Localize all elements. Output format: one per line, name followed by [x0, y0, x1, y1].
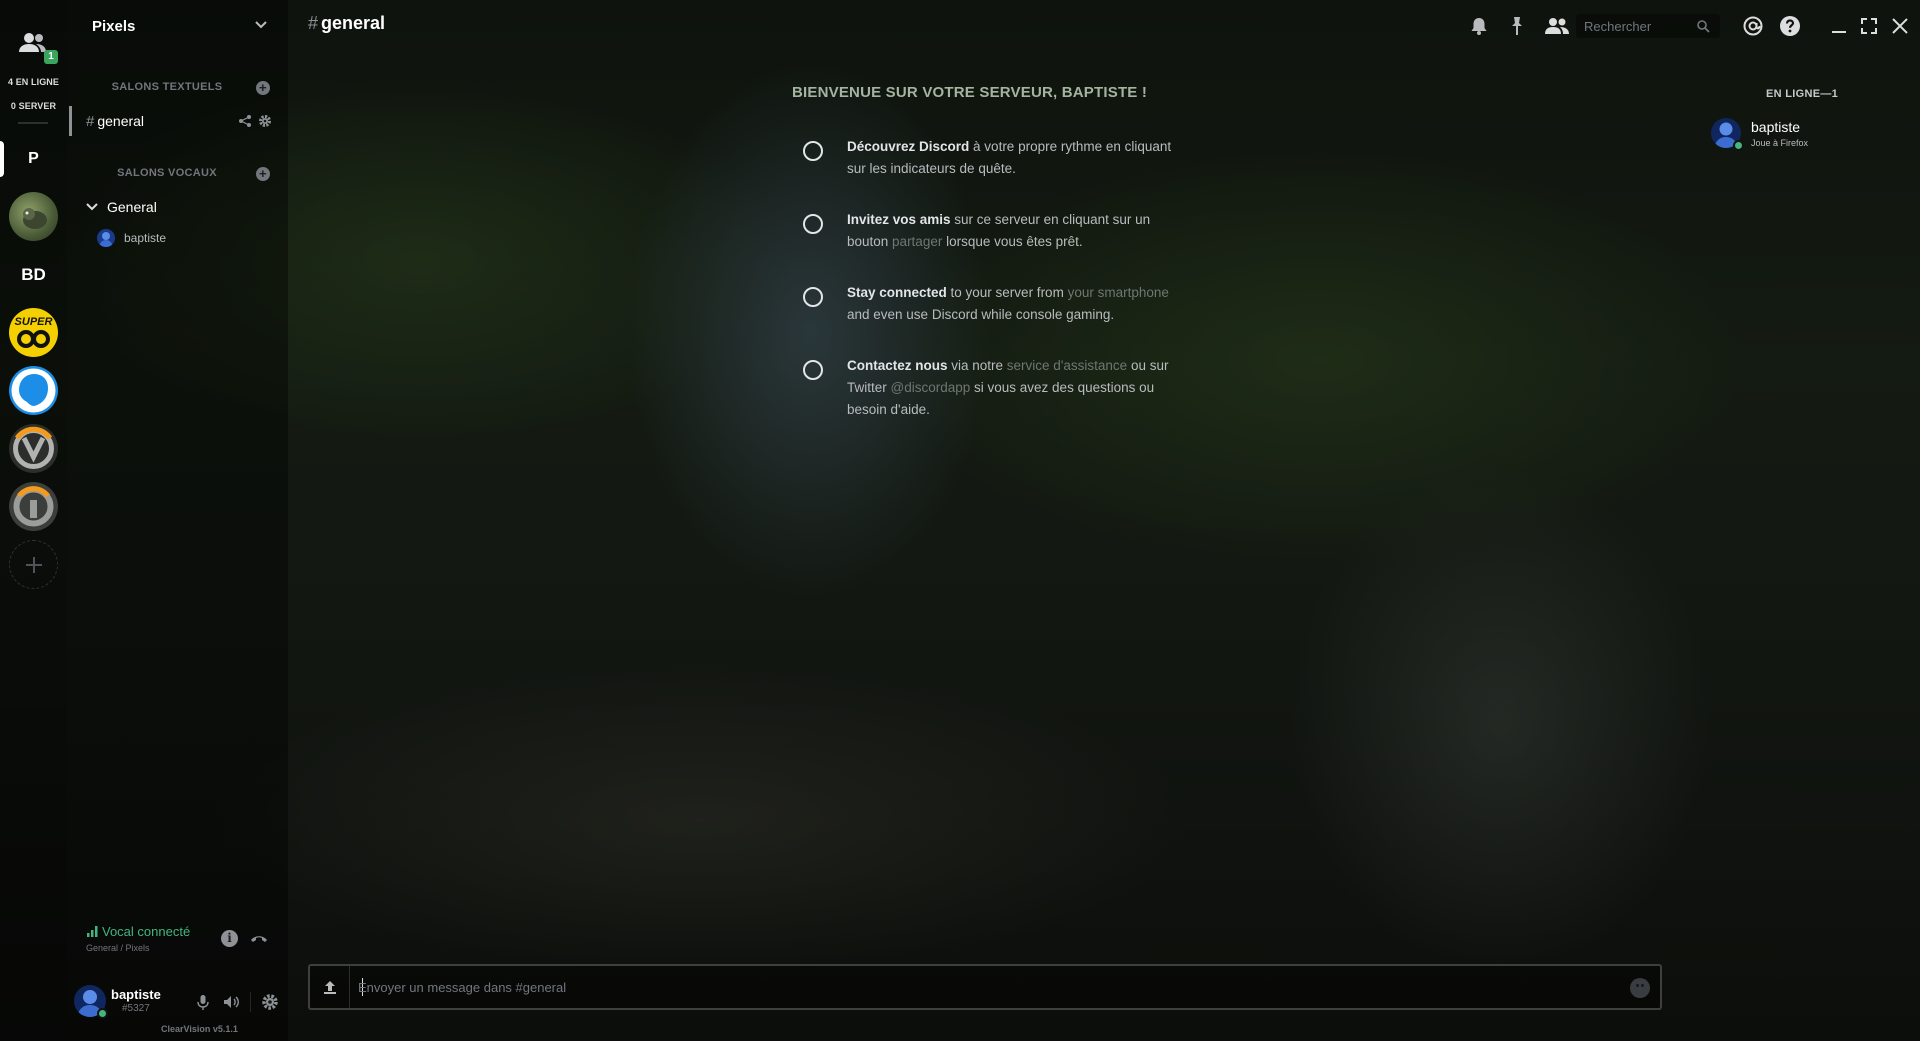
category-label: SALONS TEXTUELS — [111, 81, 223, 93]
overwatch-alt-icon — [13, 486, 54, 527]
member-activity: Joue à Firefox — [1751, 138, 1809, 148]
notification-bell-icon[interactable] — [1468, 15, 1490, 37]
channel-title: # general — [308, 13, 385, 34]
blue-server-icon — [11, 368, 56, 413]
voice-user[interactable]: baptiste — [97, 228, 166, 248]
voice-status-label: Vocal connecté — [102, 924, 191, 939]
divider — [250, 992, 251, 1012]
server-label: P — [28, 149, 39, 167]
channel-name: general — [97, 113, 145, 129]
hash-icon: # — [86, 112, 95, 130]
server-pixels[interactable]: P — [9, 134, 58, 183]
avatar — [97, 229, 115, 247]
online-status-icon — [1733, 140, 1744, 151]
online-count: 4 EN LIGNE — [7, 77, 59, 87]
chevron-down-icon — [86, 203, 98, 211]
server-overwatch-1[interactable] — [9, 424, 58, 473]
quest-indicator-icon[interactable] — [803, 287, 823, 307]
guild-header[interactable]: Pixels — [67, 0, 288, 52]
rail-separator — [18, 122, 48, 124]
smartphone-link[interactable]: your smartphone — [1068, 285, 1169, 300]
search-input[interactable] — [1576, 14, 1696, 38]
help-icon[interactable] — [1779, 15, 1801, 37]
online-status-icon — [97, 1008, 108, 1019]
channel-sidebar: Pixels SALONS TEXTUELS + # general SALON… — [67, 0, 288, 1041]
add-server-button[interactable] — [9, 540, 58, 589]
server-bd[interactable]: BD — [9, 250, 58, 299]
guild-name: Pixels — [92, 17, 136, 35]
channel-title-label: general — [321, 13, 386, 33]
mention-icon[interactable] — [1742, 15, 1764, 37]
add-text-channel-icon[interactable]: + — [256, 81, 270, 95]
voice-user-name: baptiste — [124, 231, 167, 245]
voice-category-header[interactable]: SALONS VOCAUX + — [67, 167, 288, 183]
minimize-icon[interactable] — [1828, 15, 1850, 37]
server-avatar[interactable] — [9, 192, 58, 241]
share-icon[interactable] — [238, 114, 252, 128]
pin-icon[interactable] — [1506, 15, 1528, 37]
add-voice-channel-icon[interactable]: + — [256, 167, 270, 181]
voice-status-channel: General / Pixels — [86, 943, 150, 953]
server-rail: 1 4 EN LIGNE 0 SERVER P BD SUPER — [0, 0, 67, 1041]
server-super8[interactable]: SUPER — [9, 308, 58, 357]
upload-icon — [323, 981, 336, 994]
text-category-header[interactable]: SALONS TEXTUELS + — [67, 81, 288, 97]
quest-indicator-icon[interactable] — [803, 141, 823, 161]
search-bar — [1576, 14, 1720, 38]
gear-icon[interactable] — [258, 114, 272, 128]
server-label: BD — [21, 264, 46, 284]
message-input[interactable] — [358, 966, 1598, 1008]
quest-text: Contactez nous via notre service d'assis… — [847, 358, 1169, 417]
microphone-icon[interactable] — [194, 993, 212, 1011]
member-name: baptiste — [1751, 119, 1801, 135]
channel-header: # general — [288, 0, 1920, 52]
welcome-title: BIENVENUE SUR VOTRE SERVEUR, BAPTISTE ! — [792, 84, 1148, 101]
voice-status[interactable]: Vocal connecté — [87, 924, 190, 939]
voice-channel-general[interactable]: General — [85, 196, 157, 218]
channel-general[interactable]: # general — [69, 106, 276, 136]
close-icon[interactable] — [1889, 15, 1911, 37]
active-server-indicator — [0, 141, 4, 177]
user-panel: baptiste #5327 — [67, 978, 288, 1028]
twitter-link[interactable]: @discordapp — [891, 380, 971, 395]
members-header: EN LIGNE—1 — [1766, 88, 1839, 100]
member-list: EN LIGNE—1 baptiste Joue à Firefox — [1688, 52, 1920, 1041]
share-link[interactable]: partager — [892, 234, 942, 249]
server-count: 0 SERVER — [10, 101, 57, 111]
quest-text: Invitez vos amis sur ce serveur en cliqu… — [847, 212, 1151, 249]
category-label: SALONS VOCAUX — [117, 167, 217, 179]
member-item[interactable]: baptiste Joue à Firefox — [1711, 118, 1911, 158]
speaker-icon[interactable] — [222, 993, 240, 1011]
upload-button[interactable] — [310, 966, 350, 1008]
support-link[interactable]: service d'assistance — [1007, 358, 1127, 373]
emoji-picker-icon[interactable] — [1630, 978, 1650, 998]
disconnect-icon[interactable] — [249, 930, 269, 946]
quest-indicator-icon[interactable] — [803, 214, 823, 234]
server-blue[interactable] — [9, 366, 58, 415]
server-label: SUPER — [14, 316, 53, 328]
quest-indicator-icon[interactable] — [803, 360, 823, 380]
user-tag: #5327 — [122, 1003, 150, 1014]
voice-connection-panel: Vocal connecté General / Pixels i — [67, 918, 288, 958]
quest-text: Stay connected to your server from your … — [847, 285, 1169, 322]
message-composer — [308, 964, 1662, 1010]
members-list-icon[interactable] — [1544, 15, 1570, 37]
search-icon[interactable] — [1696, 19, 1710, 33]
chevron-down-icon — [255, 21, 267, 29]
friends-badge: 1 — [44, 50, 58, 64]
bird-icon — [23, 208, 47, 229]
info-icon[interactable]: i — [221, 930, 238, 947]
hash-icon: # — [308, 13, 319, 33]
user-name: baptiste — [111, 987, 161, 1002]
server-overwatch-2[interactable] — [9, 482, 58, 531]
overwatch-icon — [13, 426, 54, 469]
settings-gear-icon[interactable] — [261, 993, 279, 1011]
voice-channel-name: General — [107, 199, 157, 215]
quest-text: Découvrez Discord à votre propre rythme … — [847, 139, 1172, 176]
welcome-panel: BIENVENUE SUR VOTRE SERVEUR, BAPTISTE ! … — [792, 84, 1212, 417]
theme-version: ClearVision v5.1.1 — [161, 1024, 238, 1034]
plus-icon — [25, 556, 42, 573]
maximize-icon[interactable] — [1858, 15, 1880, 37]
signal-icon — [87, 926, 98, 937]
